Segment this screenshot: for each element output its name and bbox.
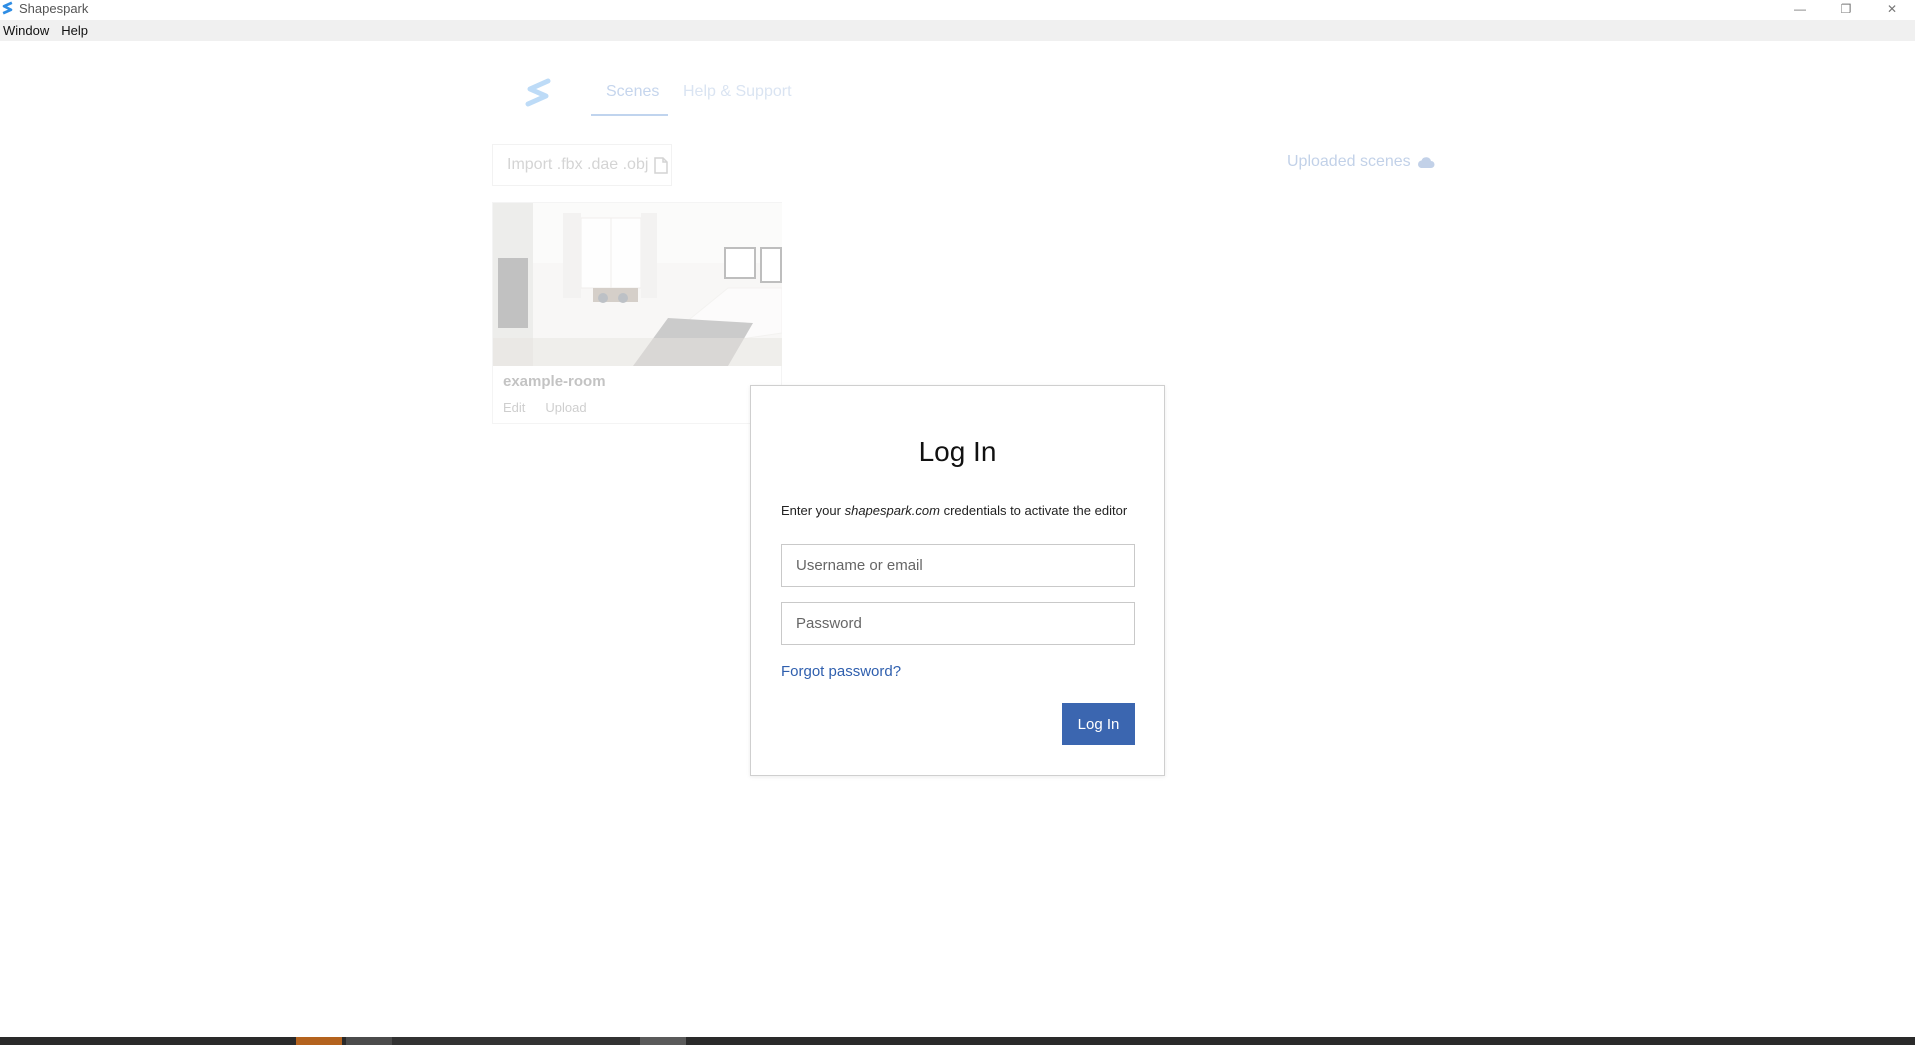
upload-scene-link[interactable]: Upload — [545, 400, 586, 415]
description-suffix: credentials to activate the editor — [939, 503, 1128, 518]
uploaded-scenes-label: Uploaded scenes — [1287, 153, 1411, 170]
taskbar-app-orange[interactable] — [296, 1037, 342, 1045]
login-title: Log In — [918, 436, 997, 467]
scene-thumbnail[interactable] — [493, 203, 782, 366]
scene-card[interactable]: example-room Edit Upload — [492, 202, 782, 424]
active-tab-indicator — [591, 114, 668, 116]
taskbar-app-strip[interactable] — [392, 1037, 640, 1045]
minimize-button[interactable]: — — [1777, 0, 1823, 17]
taskbar-app-active[interactable] — [640, 1037, 686, 1045]
window-controls: — ❐ ✕ — [1777, 0, 1915, 17]
edit-scene-link[interactable]: Edit — [503, 400, 525, 415]
room-thumbnail-image — [493, 203, 782, 366]
shapespark-logo-icon — [525, 78, 551, 107]
scene-name: example-room — [503, 373, 606, 390]
import-button[interactable]: Import .fbx .dae .obj — [492, 144, 672, 186]
app-content: Scenes Help & Support Import .fbx .dae .… — [0, 41, 1915, 1037]
close-button[interactable]: ✕ — [1869, 0, 1915, 17]
menu-window[interactable]: Window — [0, 20, 52, 41]
tab-scenes[interactable]: Scenes — [606, 79, 659, 105]
description-prefix: Enter your — [781, 503, 845, 518]
tab-help-support[interactable]: Help & Support — [683, 79, 792, 105]
login-button[interactable]: Log In — [1062, 703, 1135, 745]
scene-actions: Edit Upload — [503, 400, 607, 415]
file-icon — [654, 156, 669, 174]
taskbar-app-gray[interactable] — [346, 1037, 392, 1045]
title-bar: Shapespark — ❐ ✕ — [0, 0, 1915, 17]
login-dialog: Log In Enter your shapespark.com credent… — [750, 385, 1165, 776]
menu-bar: Window Help — [0, 20, 1915, 41]
login-description: Enter your shapespark.com credentials to… — [781, 503, 1127, 518]
cloud-icon — [1417, 156, 1435, 168]
uploaded-scenes-link[interactable]: Uploaded scenes — [1287, 153, 1435, 171]
description-domain: shapespark.com — [844, 503, 940, 518]
username-input[interactable] — [781, 544, 1135, 587]
import-label: Import .fbx .dae .obj — [507, 156, 649, 173]
password-input[interactable] — [781, 602, 1135, 645]
shapespark-app-icon — [2, 1, 13, 15]
maximize-button[interactable]: ❐ — [1823, 0, 1869, 17]
menu-help[interactable]: Help — [58, 20, 91, 41]
window-title: Shapespark — [19, 1, 89, 16]
taskbar — [0, 1037, 1915, 1045]
forgot-password-link[interactable]: Forgot password? — [781, 663, 901, 680]
